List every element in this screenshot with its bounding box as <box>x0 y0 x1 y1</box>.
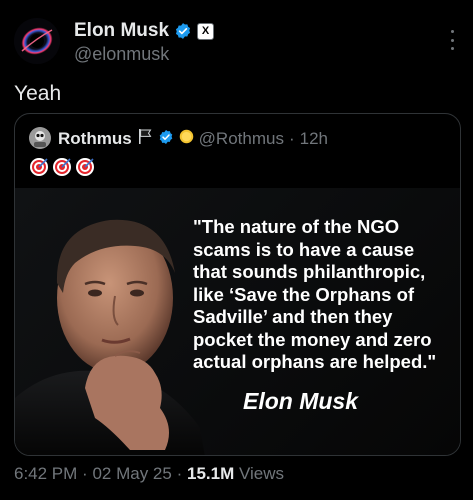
target-icon <box>75 157 95 177</box>
target-icon <box>52 157 72 177</box>
image-quote-text: "The nature of the NGO scams is to have … <box>193 216 437 372</box>
tweet-date[interactable]: 02 May 25 <box>92 464 171 483</box>
tweet: Elon Musk X @elonmusk Yeah Rothmus @Roth… <box>0 0 473 500</box>
quoted-time[interactable]: 12h <box>300 129 328 149</box>
quoted-avatar[interactable] <box>29 127 51 149</box>
author-name[interactable]: Elon Musk <box>74 20 169 42</box>
tweet-meta: 6:42 PM · 02 May 25 · 15.1M Views <box>14 464 284 484</box>
author-name-row[interactable]: Elon Musk X <box>74 20 215 42</box>
target-icon <box>29 157 49 177</box>
image-attribution: Elon Musk <box>243 388 359 414</box>
separator-dot: · <box>176 464 183 483</box>
views-label[interactable]: Views <box>239 464 284 483</box>
flag-icon <box>137 128 153 150</box>
quoted-image[interactable]: "The nature of the NGO scams is to have … <box>15 188 460 455</box>
tweet-time[interactable]: 6:42 PM <box>14 464 77 483</box>
author-handle[interactable]: @elonmusk <box>74 44 169 65</box>
separator-dot: · <box>82 464 88 483</box>
separator-dot: · <box>288 129 295 148</box>
quoted-name[interactable]: Rothmus <box>58 129 132 149</box>
author-avatar[interactable] <box>14 18 60 64</box>
tweet-text: Yeah <box>14 82 62 105</box>
verified-badge-icon <box>174 22 192 40</box>
affiliation-x-icon: X <box>197 22 215 40</box>
quoted-handle[interactable]: @Rothmus <box>199 129 284 149</box>
gold-coin-icon <box>179 129 194 149</box>
views-count[interactable]: 15.1M <box>187 464 234 483</box>
quoted-tweet[interactable]: Rothmus @Rothmus · 12h "The nature of th… <box>14 113 461 456</box>
quoted-header: Rothmus @Rothmus · 12h <box>58 128 328 150</box>
more-options-icon[interactable] <box>449 30 455 50</box>
verified-badge-icon <box>158 129 174 150</box>
target-emoji-row <box>29 157 95 177</box>
